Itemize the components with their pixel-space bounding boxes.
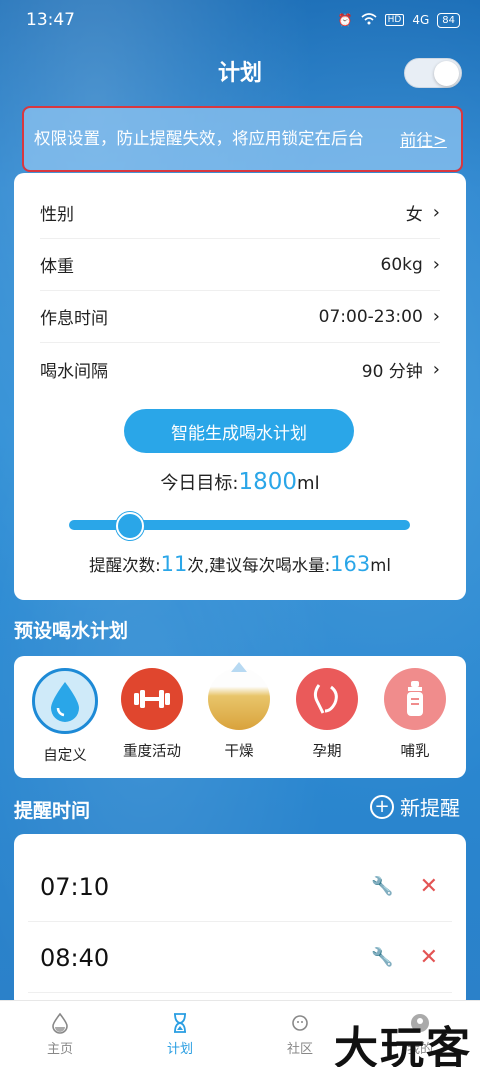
reminder-count: 11 <box>160 552 188 576</box>
tab-label: 主页 <box>46 1041 73 1057</box>
goal-value: 1800 <box>238 469 298 495</box>
tab-label: 计划 <box>166 1041 193 1057</box>
settings-card: 性别 女 › 体重 60kg › 作息时间 07:00-23:00 › 喝水间隔 90… <box>14 173 466 600</box>
chevron-right-icon: › <box>432 254 440 275</box>
goal-slider-handle[interactable] <box>116 512 144 540</box>
setting-row-schedule[interactable]: 作息时间 07:00-23:00 › <box>40 291 440 343</box>
reminder-row[interactable]: 07:10 🔧 ✕ <box>28 852 452 922</box>
permission-notice[interactable]: 权限设置，防止提醒失效，将应用锁定在后台 前往> <box>22 106 463 172</box>
new-reminder-button[interactable]: + 新提醒 <box>370 792 460 821</box>
setting-value: 07:00-23:00 <box>318 306 423 327</box>
baby-bottle-icon <box>384 668 446 730</box>
wifi-icon <box>361 12 377 28</box>
presets-card: 自定义 重度活动 干燥 孕期 哺乳 <box>14 656 466 778</box>
status-time: 13:47 <box>26 10 75 30</box>
toggle-knob <box>434 61 459 86</box>
goal-label: 今日目标: <box>160 473 239 494</box>
tab-label: 社区 <box>286 1041 313 1057</box>
hourglass-icon <box>174 1012 186 1033</box>
reminder-summary: 提醒次数:11次,建议每次喝水量:163ml <box>14 552 466 576</box>
setting-row-weight[interactable]: 体重 60kg › <box>40 239 440 291</box>
plus-icon: + <box>370 794 394 819</box>
setting-label: 体重 <box>40 257 74 277</box>
tab-home[interactable]: 主页 <box>0 1001 120 1067</box>
preset-pregnancy[interactable]: 孕期 <box>292 668 362 761</box>
setting-value: 90 分钟 <box>361 361 423 382</box>
notice-go-link[interactable]: 前往> <box>400 127 447 151</box>
chevron-right-icon: › <box>432 358 440 380</box>
daily-goal: 今日目标:1800ml <box>14 469 466 495</box>
hd-icon: HD <box>384 14 405 26</box>
reminder-time: 07:10 <box>40 872 110 901</box>
desert-icon <box>208 668 270 730</box>
status-bar: 13:47 ⏰ HD 4G 84 <box>0 0 480 40</box>
goal-unit: ml <box>297 473 320 494</box>
battery-icon: 84 <box>437 12 460 28</box>
chevron-right-icon: › <box>432 202 440 223</box>
dumbbell-icon <box>121 668 183 730</box>
setting-value: 女 <box>405 205 423 225</box>
preset-dry[interactable]: 干燥 <box>204 662 274 761</box>
preset-label: 重度活动 <box>123 744 181 760</box>
planet-icon <box>292 1014 308 1031</box>
preset-label: 干燥 <box>224 744 254 760</box>
setting-label: 性别 <box>40 205 74 225</box>
summary-mid: 次,建议每次喝水量: <box>187 556 331 575</box>
drop-icon <box>52 1012 68 1034</box>
reminder-row[interactable]: 08:40 🔧 ✕ <box>28 923 452 993</box>
delete-icon[interactable]: ✕ <box>420 874 438 899</box>
generate-plan-button[interactable]: 智能生成喝水计划 <box>124 409 354 453</box>
watermark-logo: 大玩客 <box>334 1023 472 1067</box>
reminders-title: 提醒时间 <box>14 800 91 822</box>
preset-label: 孕期 <box>312 744 342 760</box>
presets-title: 预设喝水计划 <box>14 620 129 642</box>
delete-icon[interactable]: ✕ <box>420 945 438 970</box>
setting-label: 作息时间 <box>40 309 108 329</box>
triangle-marker <box>231 662 247 672</box>
preset-label: 自定义 <box>43 748 87 764</box>
notice-text: 权限设置，防止提醒失效，将应用锁定在后台 <box>34 129 364 148</box>
preset-label: 哺乳 <box>400 744 430 760</box>
wrench-icon[interactable]: 🔧 <box>371 876 393 897</box>
per-drink-amount: 163 <box>330 552 371 576</box>
network-label: 4G <box>412 13 430 27</box>
summary-unit: ml <box>370 556 391 575</box>
pregnancy-icon <box>296 668 358 730</box>
preset-custom[interactable]: 自定义 <box>30 668 100 765</box>
alarm-icon: ⏰ <box>337 13 353 27</box>
preset-breastfeeding[interactable]: 哺乳 <box>380 668 450 761</box>
tab-plan[interactable]: 计划 <box>120 1001 240 1067</box>
preset-heavy-activity[interactable]: 重度活动 <box>117 668 187 761</box>
reminders-card: 07:10 🔧 ✕ 08:40 🔧 ✕ <box>14 834 466 1009</box>
water-drop-icon <box>32 668 98 734</box>
wrench-icon[interactable]: 🔧 <box>371 947 393 968</box>
setting-value: 60kg <box>380 254 423 275</box>
chevron-right-icon: › <box>432 306 440 327</box>
plan-toggle[interactable] <box>404 58 462 88</box>
new-reminder-label: 新提醒 <box>400 796 460 820</box>
summary-prefix: 提醒次数: <box>89 556 161 575</box>
reminder-time: 08:40 <box>40 943 110 972</box>
setting-row-interval[interactable]: 喝水间隔 90 分钟 › <box>40 343 440 395</box>
setting-row-gender[interactable]: 性别 女 › <box>40 187 440 239</box>
setting-label: 喝水间隔 <box>40 361 108 382</box>
status-icons: ⏰ HD 4G 84 <box>337 12 460 28</box>
